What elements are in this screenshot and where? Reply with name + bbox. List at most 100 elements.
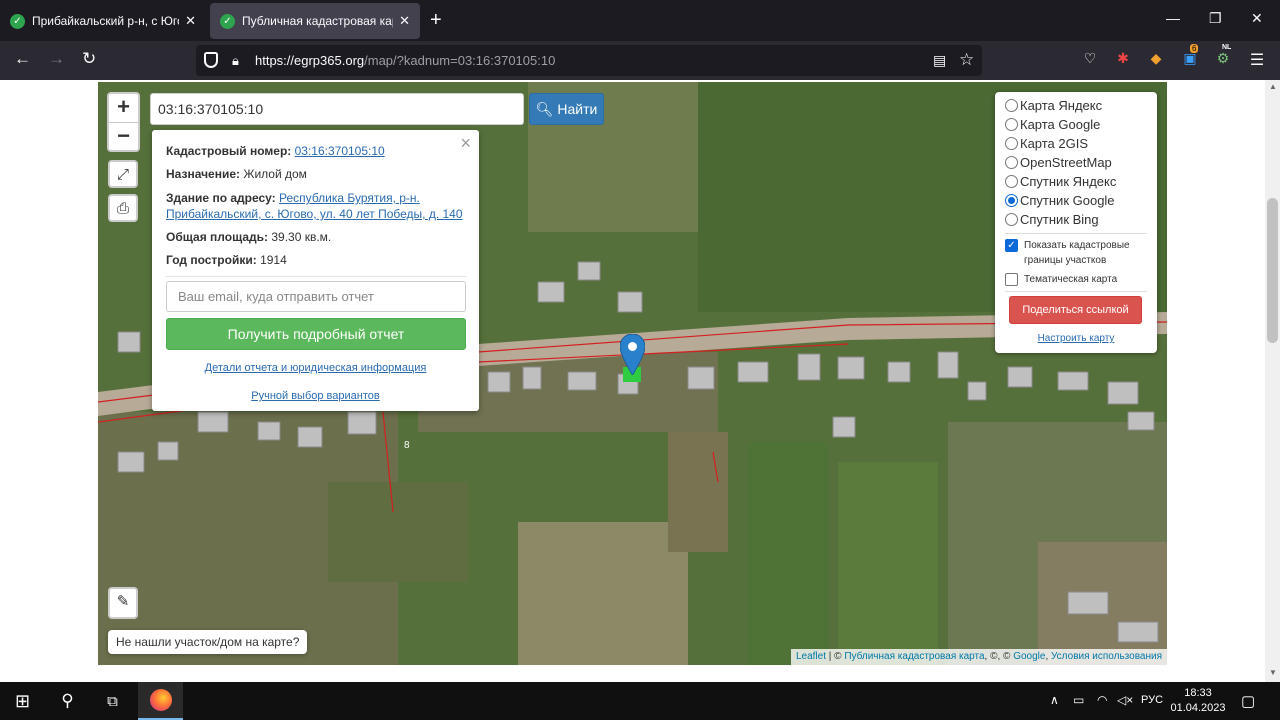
pocket-icon[interactable]: ♡ (1081, 50, 1099, 68)
radio-icon (1005, 213, 1018, 226)
extension-icon[interactable]: ◆ (1147, 50, 1165, 68)
clock-date: 01.04.2023 (1170, 702, 1226, 714)
close-icon[interactable]: ✕ (399, 13, 410, 29)
scroll-up-icon[interactable]: ▲ (1269, 82, 1277, 91)
map-marker-icon[interactable] (620, 334, 645, 375)
search-input[interactable] (150, 93, 524, 125)
tab-title: Прибайкальский р-н, с Югово (32, 14, 179, 28)
volume-muted-icon[interactable]: ◁× (1117, 693, 1133, 707)
tab-title: Публичная кадастровая карта (242, 14, 393, 28)
page-scrollbar[interactable]: ▲ ▼ (1265, 80, 1280, 682)
pkk-link[interactable]: Публичная кадастровая карта (844, 651, 984, 662)
layer-option-label: Спутник Google (1020, 193, 1115, 208)
leaflet-link[interactable]: Leaflet (796, 651, 826, 662)
email-field[interactable] (166, 281, 466, 312)
popup-close-icon[interactable]: × (460, 133, 471, 154)
browser-tab-1[interactable]: ✓ Прибайкальский р-н, с Югово ✕ (0, 3, 206, 39)
show-borders-label-line1: Показать кадастровые (1024, 240, 1130, 251)
extension-nl-label: NL (1222, 44, 1232, 51)
get-report-button[interactable]: Получить подробный отчет (166, 318, 466, 350)
address-row: Здание по адресу: Республика Бурятия, р-… (166, 190, 463, 222)
thematic-map-checkbox[interactable]: Тематическая карта (1005, 272, 1117, 287)
battery-icon[interactable]: ▭ (1073, 693, 1084, 707)
extension-badge-count: 6 (1190, 44, 1199, 53)
search-icon: 🔍︎ (535, 100, 554, 117)
terms-link[interactable]: Условия использования (1051, 651, 1162, 662)
layer-option-2gis-map[interactable]: Карта 2GIS (1005, 136, 1088, 151)
zoom-in-button[interactable]: + (109, 94, 138, 122)
url-text[interactable]: https://egrp365.org/map/?kadnum=03:16:37… (255, 53, 555, 68)
zoom-out-button[interactable]: − (109, 122, 138, 150)
window-close-icon[interactable]: ✕ (1251, 10, 1263, 27)
google-link[interactable]: Google (1013, 651, 1045, 662)
reader-view-icon[interactable]: ▤ (933, 52, 946, 69)
not-found-button[interactable]: Не нашли участок/дом на карте? (108, 630, 308, 654)
configure-map-link[interactable]: Настроить карту (995, 333, 1157, 344)
windows-start-icon[interactable]: ⊞ (0, 682, 45, 720)
print-button[interactable]: ⎙ (108, 194, 138, 222)
fullscreen-button[interactable]: ⤢ (108, 160, 138, 188)
radio-selected-icon (1005, 194, 1018, 207)
purpose-row: Назначение: Жилой дом (166, 166, 307, 182)
language-indicator[interactable]: РУС (1141, 694, 1163, 706)
cadastral-number-link[interactable]: 03:16:370105:10 (295, 144, 385, 158)
taskbar-clock[interactable]: 18:33 01.04.2023 (1168, 686, 1228, 716)
layer-option-label: Спутник Bing (1020, 212, 1099, 227)
layer-option-yandex-map[interactable]: Карта Яндекс (1005, 98, 1102, 113)
browser-tab-2[interactable]: ✓ Публичная кадастровая карта ✕ (210, 3, 420, 39)
url-host: https://egrp365.org (255, 53, 365, 68)
lock-icon[interactable]: 🔒︎ (232, 53, 239, 69)
tray-chevron-icon[interactable]: ∧ (1050, 693, 1059, 707)
bookmark-star-icon[interactable]: ☆ (959, 50, 974, 70)
close-icon[interactable]: ✕ (185, 13, 196, 29)
layer-option-google-map[interactable]: Карта Google (1005, 117, 1100, 132)
menu-icon[interactable]: ☰ (1248, 50, 1266, 69)
scrollbar-thumb[interactable] (1267, 198, 1278, 343)
task-view-icon[interactable]: ⧉ (90, 682, 135, 720)
extension-badge-icon[interactable]: ▣ 6 (1181, 44, 1199, 68)
parcel-number-label: 8 (404, 440, 410, 451)
translate-extension-icon[interactable]: ⚙ NL (1214, 44, 1232, 68)
checkbox-checked-icon: ✓ (1005, 239, 1018, 252)
report-details-link[interactable]: Детали отчета и юридическая информация (152, 362, 479, 374)
colorful-extension-icon[interactable]: ✱ (1114, 50, 1132, 68)
layer-option-yandex-satellite[interactable]: Спутник Яндекс (1005, 174, 1116, 189)
share-link-button[interactable]: Поделиться ссылкой (1009, 296, 1142, 324)
new-tab-button[interactable]: + (430, 9, 442, 31)
reload-icon[interactable]: ↻ (82, 49, 96, 69)
layer-option-label: Спутник Яндекс (1020, 174, 1117, 189)
layer-option-label: OpenStreetMap (1020, 155, 1112, 170)
layer-option-osm[interactable]: OpenStreetMap (1005, 155, 1112, 170)
print-icon: ⎙ (116, 200, 129, 217)
address-link-line1[interactable]: Республика Бурятия, р-н. (279, 191, 420, 205)
measure-button[interactable]: ✎ (108, 587, 138, 619)
show-borders-label-line2: границы участков (1024, 255, 1107, 266)
url-bar[interactable]: 🔒︎ https://egrp365.org/map/?kadnum=03:16… (196, 45, 982, 76)
layer-option-bing-satellite[interactable]: Спутник Bing (1005, 212, 1099, 227)
wifi-icon[interactable]: ◠ (1097, 693, 1107, 707)
year-value: 1914 (260, 253, 287, 267)
address-link-line2[interactable]: Прибайкальский, с. Югово, ул. 40 лет Поб… (166, 207, 463, 221)
attribution-separator: | © (826, 651, 845, 662)
radio-icon (1005, 156, 1018, 169)
manual-selection-link[interactable]: Ручной выбор вариантов (152, 390, 479, 402)
year-row: Год постройки: 1914 (166, 252, 287, 268)
layer-option-google-satellite[interactable]: Спутник Google (1005, 193, 1115, 208)
search-taskbar-icon[interactable]: ⚲ (45, 682, 90, 720)
back-arrow-icon[interactable]: ← (14, 49, 31, 69)
show-borders-checkbox[interactable]: ✓ Показать кадастровые границы участков (1005, 238, 1130, 268)
satellite-map[interactable]: 8 + − ⤢ ⎙ ✎ 🔍︎Найти × Кадастровый номер:… (98, 82, 1167, 665)
windows-taskbar: ⊞ ⚲ ⧉ ∧ ▭ ◠ ◁× РУС 18:33 01.04.2023 ▢ (0, 682, 1280, 720)
forward-arrow-icon[interactable]: → (48, 49, 65, 69)
property-info-popup: × Кадастровый номер: 03:16:370105:10 Наз… (152, 130, 479, 411)
check-icon: ✓ (220, 13, 235, 29)
minimize-icon[interactable]: — (1166, 10, 1180, 26)
search-button[interactable]: 🔍︎ Найти (529, 93, 604, 125)
purpose-value: Жилой дом (243, 167, 307, 181)
notifications-icon[interactable]: ▢ (1241, 692, 1255, 710)
scroll-down-icon[interactable]: ▼ (1269, 668, 1277, 677)
shield-icon[interactable] (204, 52, 218, 68)
firefox-taskbar-button[interactable] (138, 682, 183, 720)
maximize-icon[interactable]: ❐ (1209, 10, 1222, 27)
cadastral-number-label: Кадастровый номер: (166, 144, 292, 158)
